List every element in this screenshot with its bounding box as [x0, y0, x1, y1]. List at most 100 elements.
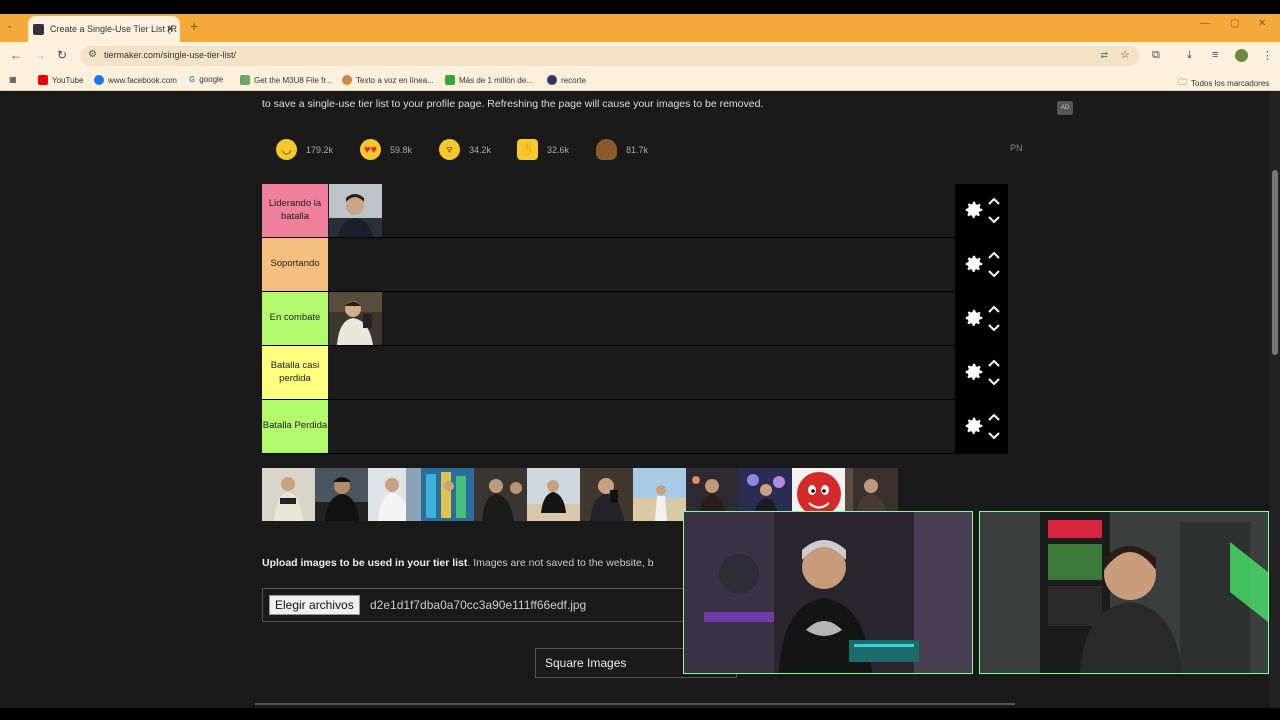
maximize-icon[interactable]: ▢ [1230, 18, 1239, 29]
tier-image[interactable] [329, 292, 382, 345]
reaction-laughing[interactable]: ▿ 34.2k [439, 139, 491, 160]
new-tab-icon[interactable]: + [190, 18, 198, 34]
selected-file-name: d2e1d1f7dba0a70cc3a90e111ff66edf.jpg [370, 598, 587, 612]
tier-label[interactable]: Liderando la batalla [262, 184, 328, 237]
apps-grid-icon[interactable]: ▦ [9, 75, 17, 84]
reaction-count: 59.8k [390, 144, 413, 155]
tier-settings-gear-icon[interactable] [963, 307, 985, 329]
page-divider [255, 703, 1015, 705]
tier-row: Batalla Perdida [262, 400, 1008, 454]
tier-list: Liderando la batalla Soportando En comba… [262, 184, 1008, 454]
smile-emoji-icon: ◡ [276, 139, 297, 160]
window-bottom-edge [0, 708, 1280, 720]
folder-icon: 🗀 [1178, 77, 1188, 87]
scrollbar-thumb[interactable] [1272, 170, 1278, 355]
reaction-count: 179.2k [306, 144, 334, 155]
heart-eyes-emoji-icon: ♥♥ [360, 139, 381, 160]
media-control-icon[interactable]: ≡ [1212, 49, 1218, 61]
tier-drop-zone[interactable] [329, 238, 954, 291]
profile-avatar[interactable] [1235, 49, 1248, 62]
download-icon[interactable]: ⤓ [1187, 49, 1192, 62]
browser-tab[interactable]: Create a Single-Use Tier List (R × [28, 16, 180, 42]
tier-move-up-icon[interactable] [986, 357, 1002, 369]
poop-emoji-icon [596, 139, 617, 160]
tier-move-down-icon[interactable] [986, 430, 1002, 442]
tier-move-up-icon[interactable] [986, 303, 1002, 315]
reaction-poop[interactable]: 81.7k [596, 139, 648, 160]
tier-controls [955, 346, 1008, 399]
tray-image[interactable] [262, 468, 315, 521]
translate-icon[interactable]: ⇄ [1100, 50, 1108, 61]
tier-move-up-icon[interactable] [986, 195, 1002, 207]
facebook-icon [94, 75, 104, 85]
reaction-count: 81.7k [626, 144, 649, 155]
tier-label[interactable]: En combate [262, 292, 328, 345]
reload-icon[interactable]: ↻ [57, 48, 67, 62]
bookmark-google[interactable]: Ggoogle [189, 75, 223, 84]
tray-image[interactable] [315, 468, 368, 521]
tier-image[interactable] [329, 184, 382, 237]
tier-move-down-icon[interactable] [986, 376, 1002, 388]
bookmark-facebook[interactable]: www.facebook.com [94, 75, 177, 85]
tier-label[interactable]: Soportando [262, 238, 328, 291]
tier-move-up-icon[interactable] [986, 249, 1002, 261]
tier-settings-gear-icon[interactable] [963, 361, 985, 383]
tier-settings-gear-icon[interactable] [963, 253, 985, 275]
bookmark-youtube[interactable]: YouTube [38, 75, 83, 85]
bookmark-recorte[interactable]: recorte [547, 75, 586, 85]
bookmark-mas-de-1-millon[interactable]: Más de 1 millón de... [445, 75, 533, 85]
tier-drop-zone[interactable] [329, 400, 954, 453]
reaction-smile[interactable]: ◡ 179.2k [276, 139, 333, 160]
laughing-emoji-icon: ▿ [439, 139, 460, 160]
tier-controls [955, 400, 1008, 453]
tier-row: Soportando [262, 238, 1008, 292]
tier-label[interactable]: Batalla Perdida [262, 400, 328, 453]
tier-drop-zone[interactable] [329, 292, 954, 345]
tier-drop-zone[interactable] [329, 346, 954, 399]
square-images-label: Square Images [545, 656, 627, 670]
raised-hands-emoji-icon: ✋ [517, 139, 538, 160]
tier-move-down-icon[interactable] [986, 214, 1002, 226]
tier-settings-gear-icon[interactable] [963, 415, 985, 437]
back-icon[interactable]: ← [10, 48, 22, 62]
tier-row: Batalla casi perdida [262, 346, 1008, 400]
tier-move-down-icon[interactable] [986, 268, 1002, 280]
tier-drop-zone[interactable] [329, 184, 954, 237]
menu-kebab-icon[interactable]: ⋮ [1262, 49, 1273, 62]
bookmark-star-icon[interactable]: ☆ [1120, 48, 1130, 61]
address-bar[interactable]: ⚙ tiermaker.com/single-use-tier-list/ ⇄ … [80, 46, 1140, 66]
tier-controls [955, 184, 1008, 237]
tier-settings-gear-icon[interactable] [963, 199, 985, 221]
close-window-icon[interactable]: ✕ [1258, 18, 1266, 29]
reaction-count: 32.6k [547, 144, 570, 155]
tab-search-icon[interactable]: ⌄ [6, 20, 14, 31]
choose-files-button[interactable]: Elegir archivos [269, 595, 360, 615]
bookmark-texto-a-voz[interactable]: Texto a voz en línea... [342, 75, 434, 85]
tier-label[interactable]: Batalla casi perdida [262, 346, 328, 399]
m3u8-site-icon [240, 75, 250, 85]
window-top-edge [0, 0, 1280, 14]
tiermaker-favicon-icon [33, 23, 44, 35]
tray-image[interactable] [633, 468, 686, 521]
minimize-icon[interactable]: — [1200, 18, 1210, 29]
tier-controls [955, 238, 1008, 291]
forward-icon[interactable]: → [34, 48, 46, 62]
google-icon: G [189, 75, 196, 84]
tier-move-up-icon[interactable] [986, 411, 1002, 423]
reaction-heart-eyes[interactable]: ♥♥ 59.8k [360, 139, 412, 160]
bookmark-m3u8[interactable]: Get the M3U8 File fr... [240, 75, 332, 85]
extensions-icon[interactable]: ⧉ [1152, 49, 1160, 62]
tray-image[interactable] [368, 468, 421, 521]
tray-image[interactable] [527, 468, 580, 521]
pn-label: PN [1010, 143, 1023, 153]
ad-badge[interactable]: AD [1057, 101, 1073, 115]
reaction-raised-hands[interactable]: ✋ 32.6k [517, 139, 569, 160]
tray-image[interactable] [474, 468, 527, 521]
all-bookmarks[interactable]: 🗀 Todos los marcadores [1178, 75, 1269, 91]
site-info-icon[interactable]: ⚙ [88, 49, 97, 60]
file-upload-field[interactable]: Elegir archivos d2e1d1f7dba0a70cc3a90e11… [262, 588, 704, 622]
tier-move-down-icon[interactable] [986, 322, 1002, 334]
tray-image[interactable] [580, 468, 633, 521]
tray-image[interactable] [421, 468, 474, 521]
close-tab-icon[interactable]: × [166, 21, 174, 36]
